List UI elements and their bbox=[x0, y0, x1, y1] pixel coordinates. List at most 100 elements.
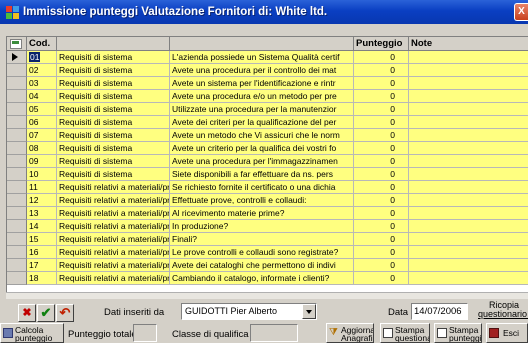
cell-code[interactable]: 11 bbox=[27, 181, 57, 194]
cell-category[interactable]: Requisiti di sistema bbox=[57, 51, 170, 64]
cell-description[interactable]: Finali? bbox=[170, 233, 354, 246]
row-selector[interactable] bbox=[7, 233, 27, 246]
cell-category[interactable]: Requisiti di sistema bbox=[57, 90, 170, 103]
cell-notes[interactable] bbox=[409, 77, 528, 90]
horizontal-scrollbar[interactable] bbox=[6, 292, 528, 299]
cell-code[interactable]: 14 bbox=[27, 220, 57, 233]
row-selector[interactable] bbox=[7, 129, 27, 142]
row-selector[interactable] bbox=[7, 90, 27, 103]
cell-score[interactable]: 0 bbox=[354, 77, 409, 90]
cell-category[interactable]: Requisiti di sistema bbox=[57, 168, 170, 181]
stampa-punteggi-button[interactable]: Stampa punteggi bbox=[434, 323, 482, 343]
cell-notes[interactable] bbox=[409, 155, 528, 168]
cell-score[interactable]: 0 bbox=[354, 90, 409, 103]
table-row[interactable]: 10 Requisiti di sistema Siete disponibili … bbox=[7, 168, 528, 181]
row-selector[interactable] bbox=[7, 181, 27, 194]
row-selector[interactable] bbox=[7, 272, 27, 285]
cell-code[interactable]: 17 bbox=[27, 259, 57, 272]
cell-score[interactable]: 0 bbox=[354, 272, 409, 285]
cell-notes[interactable] bbox=[409, 90, 528, 103]
cell-notes[interactable] bbox=[409, 51, 528, 64]
row-selector[interactable] bbox=[7, 155, 27, 168]
confirm-icon[interactable]: ✔ bbox=[37, 304, 55, 322]
cell-category[interactable]: Requisiti relativi a materiali/prod bbox=[57, 220, 170, 233]
cell-description[interactable]: Avete una procedura e/o un metodo per pr… bbox=[170, 90, 354, 103]
cell-description[interactable]: Al ricevimento materie prime? bbox=[170, 207, 354, 220]
row-selector[interactable] bbox=[7, 194, 27, 207]
cell-category[interactable]: Requisiti di sistema bbox=[57, 116, 170, 129]
cell-category[interactable]: Requisiti di sistema bbox=[57, 129, 170, 142]
cell-score[interactable]: 0 bbox=[354, 116, 409, 129]
row-selector[interactable] bbox=[7, 220, 27, 233]
cell-score[interactable]: 0 bbox=[354, 220, 409, 233]
cell-description[interactable]: Avete dei criteri per la qualificazione … bbox=[170, 116, 354, 129]
cell-code[interactable]: 08 bbox=[27, 142, 57, 155]
date-field[interactable]: 14/07/2006 bbox=[411, 303, 468, 320]
cell-score[interactable]: 0 bbox=[354, 246, 409, 259]
column-header-score[interactable]: Punteggio bbox=[354, 37, 409, 51]
column-header-code[interactable]: Cod. bbox=[27, 37, 57, 51]
row-selector[interactable] bbox=[7, 142, 27, 155]
cell-category[interactable]: Requisiti di sistema bbox=[57, 142, 170, 155]
cell-notes[interactable] bbox=[409, 129, 528, 142]
classe-qualifica-field[interactable] bbox=[250, 324, 298, 342]
table-row[interactable]: 05 Requisiti di sistema Utilizzate una pro… bbox=[7, 103, 528, 116]
cell-score[interactable]: 0 bbox=[354, 142, 409, 155]
cell-category[interactable]: Requisiti relativi a materiali/prod bbox=[57, 259, 170, 272]
esci-button[interactable]: Esci bbox=[486, 323, 528, 343]
cell-category[interactable]: Requisiti relativi a materiali/prod bbox=[57, 246, 170, 259]
cell-notes[interactable] bbox=[409, 246, 528, 259]
cell-description[interactable]: L'azienda possiede un Sistema Qualità ce… bbox=[170, 51, 354, 64]
table-row[interactable]: 06 Requisiti di sistema Avete dei criteri … bbox=[7, 116, 528, 129]
cell-notes[interactable] bbox=[409, 181, 528, 194]
cell-category[interactable]: Requisiti relativi a materiali/prod bbox=[57, 207, 170, 220]
aggiorna-anagrafica-button[interactable]: ⧩ AggiornaAnagrafica bbox=[326, 323, 374, 343]
table-row[interactable]: 03 Requisiti di sistema Avete un sistema p… bbox=[7, 77, 528, 90]
row-selector[interactable] bbox=[7, 77, 27, 90]
chevron-down-icon[interactable] bbox=[302, 304, 316, 319]
table-row[interactable]: 08 Requisiti di sistema Avete un criterio … bbox=[7, 142, 528, 155]
cell-score[interactable]: 0 bbox=[354, 194, 409, 207]
cell-category[interactable]: Requisiti relativi a materiali/prod bbox=[57, 272, 170, 285]
row-selector[interactable] bbox=[7, 64, 27, 77]
cell-code[interactable]: 02 bbox=[27, 64, 57, 77]
cell-description[interactable]: Effettuate prove, controlli e collaudi: bbox=[170, 194, 354, 207]
cell-code[interactable]: 07 bbox=[27, 129, 57, 142]
cell-score[interactable]: 0 bbox=[354, 207, 409, 220]
cell-description[interactable]: Avete un sistema per l'identificazione e… bbox=[170, 77, 354, 90]
row-selector[interactable] bbox=[7, 168, 27, 181]
cell-notes[interactable] bbox=[409, 272, 528, 285]
cell-score[interactable]: 0 bbox=[354, 103, 409, 116]
cell-description[interactable]: Avete una procedura per l'immagazzinamen bbox=[170, 155, 354, 168]
cell-score[interactable]: 0 bbox=[354, 168, 409, 181]
cell-description[interactable]: Siete disponibili a far effettuare da ns… bbox=[170, 168, 354, 181]
cell-description[interactable]: In produzione? bbox=[170, 220, 354, 233]
cell-description[interactable]: Utilizzate una procedura per la manutenz… bbox=[170, 103, 354, 116]
cell-notes[interactable] bbox=[409, 116, 528, 129]
calcola-punteggio-button[interactable]: Calcola punteggio bbox=[0, 323, 64, 343]
cell-notes[interactable] bbox=[409, 168, 528, 181]
delete-icon[interactable]: ✖ bbox=[18, 304, 36, 322]
table-row[interactable]: 11 Requisiti relativi a materiali/prod Se … bbox=[7, 181, 528, 194]
cell-score[interactable]: 0 bbox=[354, 129, 409, 142]
cell-notes[interactable] bbox=[409, 259, 528, 272]
table-row[interactable]: 09 Requisiti di sistema Avete una procedur… bbox=[7, 155, 528, 168]
row-selector[interactable] bbox=[7, 259, 27, 272]
cell-notes[interactable] bbox=[409, 233, 528, 246]
cell-code[interactable]: 18 bbox=[27, 272, 57, 285]
cell-notes[interactable] bbox=[409, 142, 528, 155]
close-button[interactable]: X bbox=[514, 3, 528, 21]
column-header-notes[interactable]: Note bbox=[409, 37, 528, 51]
cell-category[interactable]: Requisiti di sistema bbox=[57, 155, 170, 168]
cell-category[interactable]: Requisiti relativi a materiali/prod bbox=[57, 233, 170, 246]
cell-category[interactable]: Requisiti di sistema bbox=[57, 77, 170, 90]
inserted-by-combo[interactable]: GUIDOTTI Pier Alberto bbox=[181, 303, 317, 320]
cell-description[interactable]: Cambiando il catalogo, informate i clien… bbox=[170, 272, 354, 285]
cell-notes[interactable] bbox=[409, 103, 528, 116]
table-row[interactable]: 02 Requisiti di sistema Avete una procedur… bbox=[7, 64, 528, 77]
table-row[interactable]: 04 Requisiti di sistema Avete una procedur… bbox=[7, 90, 528, 103]
cell-code[interactable]: 09 bbox=[27, 155, 57, 168]
cell-notes[interactable] bbox=[409, 220, 528, 233]
cell-score[interactable]: 0 bbox=[354, 233, 409, 246]
cell-category[interactable]: Requisiti relativi a materiali/prod bbox=[57, 194, 170, 207]
